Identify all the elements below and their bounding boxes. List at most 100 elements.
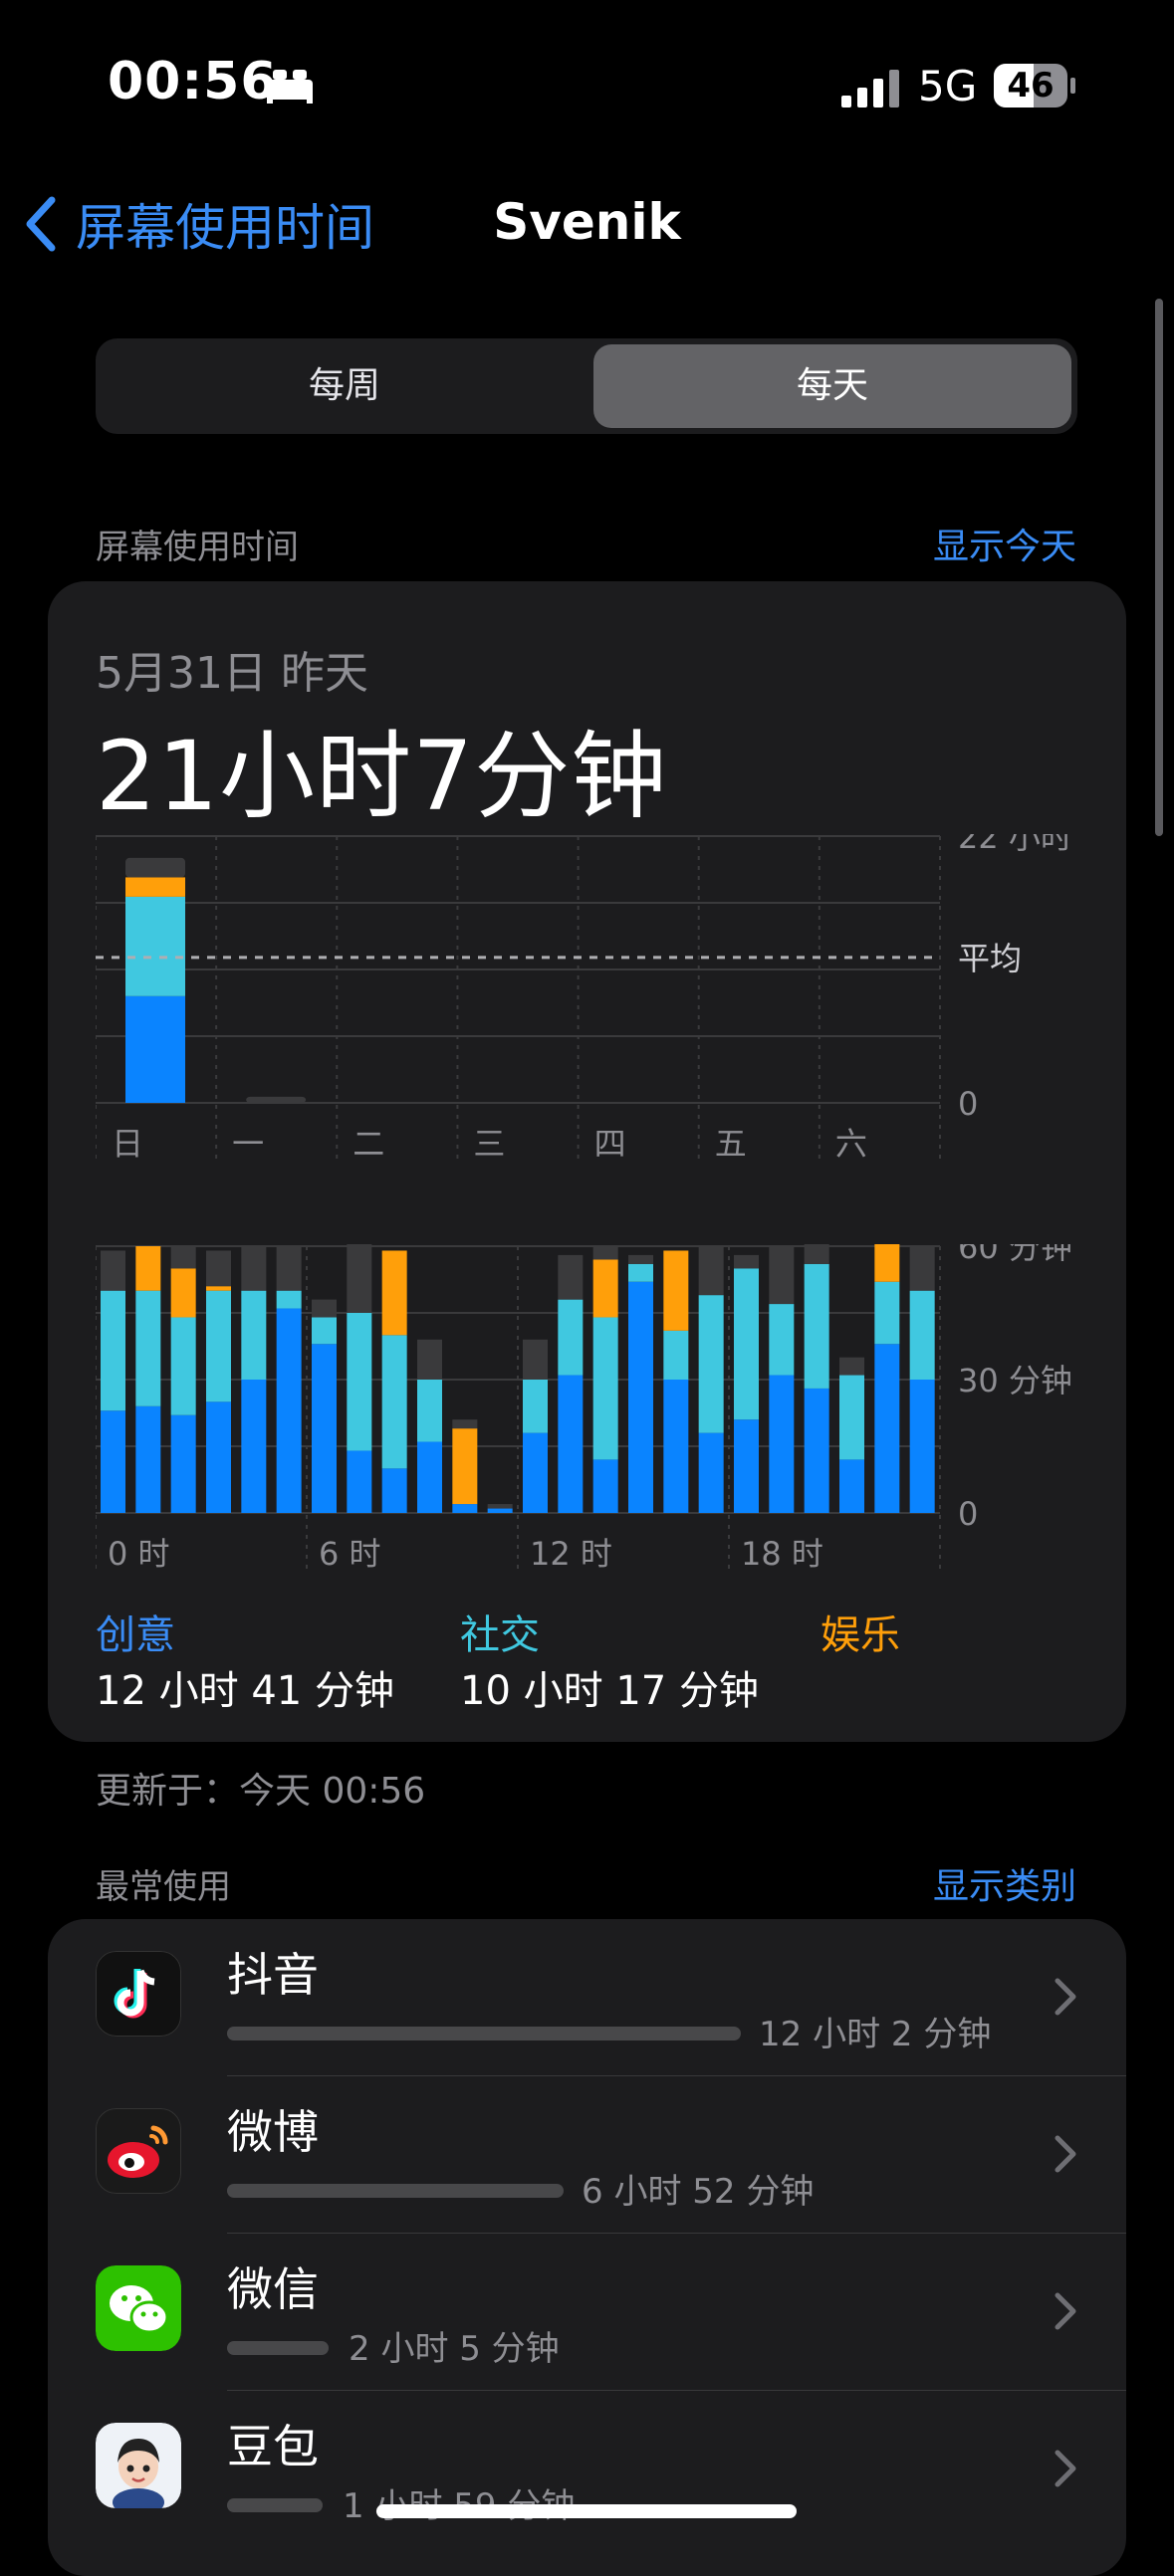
chart-bar-segment xyxy=(381,1468,407,1513)
chart-bar-segment xyxy=(698,1295,724,1433)
category-social-label: 社交 xyxy=(460,1612,540,1658)
chart-bar-segment xyxy=(241,1290,267,1380)
chart-bar-segment xyxy=(170,1246,196,1269)
chart-bar-segment xyxy=(125,857,185,878)
app-usage-time: 6 小时 52 分钟 xyxy=(582,2172,815,2212)
x-tick-label: 五 xyxy=(715,1125,747,1163)
screen-time-section-label: 屏幕使用时间 xyxy=(96,528,299,567)
chart-bar-segment xyxy=(628,1281,653,1513)
chart-bar-segment xyxy=(347,1450,372,1513)
x-tick-label: 六 xyxy=(835,1125,867,1163)
chart-bar-segment xyxy=(839,1357,864,1376)
x-tick-label: 一 xyxy=(232,1125,264,1163)
show-categories-link[interactable]: 显示类别 xyxy=(933,1857,1076,1909)
wechat-app-icon xyxy=(96,2265,181,2351)
chart-bar-segment xyxy=(628,1263,653,1282)
chart-bar-segment xyxy=(206,1250,231,1287)
chart-bar-segment xyxy=(839,1459,864,1513)
app-row-wechat[interactable]: 微信 2 小时 5 分钟 xyxy=(48,2234,1126,2391)
scroll-indicator[interactable] xyxy=(1155,299,1163,836)
chart-bar-segment xyxy=(523,1380,548,1433)
chart-bar-segment xyxy=(452,1419,478,1429)
chart-bar-segment xyxy=(135,1290,161,1406)
app-usage-bar xyxy=(227,2184,564,2198)
chart-bar-segment xyxy=(909,1246,935,1291)
chart-bar-segment xyxy=(101,1290,125,1411)
summary-date: 5月31日 昨天 xyxy=(96,648,368,699)
chart-bar-segment xyxy=(206,1286,231,1291)
chart-bar-segment xyxy=(769,1304,795,1376)
app-row-doubao[interactable]: 豆包 1 小时 59 分钟 xyxy=(48,2391,1126,2548)
app-name: 抖音 xyxy=(227,1948,319,2002)
chart-bar-segment xyxy=(206,1401,231,1513)
douyin-app-icon xyxy=(96,1951,181,2037)
chart-bar-segment xyxy=(804,1263,829,1389)
chart-bar-segment xyxy=(381,1335,407,1469)
x-tick-label: 0 时 xyxy=(108,1535,170,1573)
chart-bar-segment xyxy=(170,1414,196,1513)
sleep-focus-icon xyxy=(267,70,313,104)
chart-bar-segment xyxy=(592,1246,618,1260)
chart-bar-segment xyxy=(592,1259,618,1318)
battery-level: 46 xyxy=(1007,66,1055,106)
chart-bar-segment xyxy=(417,1339,442,1380)
show-today-link[interactable]: 显示今天 xyxy=(933,518,1076,569)
x-tick-label: 日 xyxy=(112,1125,143,1163)
chart-bar-segment xyxy=(874,1344,900,1513)
chart-bar-segment xyxy=(804,1388,829,1513)
x-tick-label: 18 时 xyxy=(741,1535,823,1573)
weekly-usage-chart[interactable]: 日 一 二 三 四 五 六 22 小时平均 0 xyxy=(96,834,1091,1173)
app-usage-time: 12 小时 2 分钟 xyxy=(759,2015,992,2054)
chart-bar-segment xyxy=(734,1254,759,1269)
app-usage-bar xyxy=(227,2027,741,2040)
segment-day[interactable]: 每天 xyxy=(593,344,1071,428)
chart-bar-segment xyxy=(246,1096,307,1103)
doubao-app-icon xyxy=(96,2423,181,2508)
chart-bar-segment xyxy=(874,1281,900,1345)
app-usage-time: 2 小时 5 分钟 xyxy=(349,2329,560,2369)
chart-bar-segment xyxy=(523,1339,548,1380)
chart-bar-segment xyxy=(874,1244,900,1282)
page-title: Svenik xyxy=(0,193,1174,251)
chart-bar-segment xyxy=(452,1428,478,1505)
chart-bar-segment xyxy=(135,1246,161,1291)
app-row-weibo[interactable]: 微博 6 小时 52 分钟 xyxy=(48,2076,1126,2234)
chart-bar-segment xyxy=(839,1375,864,1460)
most-used-apps-list: 抖音 12 小时 2 分钟 微博 6 小时 52 分钟 微信 2 小时 5 分钟… xyxy=(48,1919,1126,2576)
category-entertainment-label: 娱乐 xyxy=(821,1612,900,1658)
app-usage-time: 1 小时 59 分钟 xyxy=(343,2486,575,2526)
chart-bar-segment xyxy=(347,1244,372,1313)
period-segmented-control: 每周 每天 xyxy=(96,338,1077,434)
chart-bar-segment xyxy=(206,1290,231,1402)
y-tick-label: 22 小时 xyxy=(958,834,1072,856)
app-usage-bar xyxy=(227,2498,323,2512)
segment-week[interactable]: 每周 xyxy=(102,344,587,428)
chart-bar-segment xyxy=(101,1250,125,1291)
weibo-app-icon xyxy=(96,2108,181,2194)
chart-bar-segment xyxy=(312,1299,337,1318)
chart-bar-segment xyxy=(276,1246,302,1291)
chart-bar-segment xyxy=(592,1317,618,1460)
page-title-text: Svenik xyxy=(493,193,681,251)
x-tick-label: 三 xyxy=(473,1125,505,1163)
chart-bar-segment xyxy=(558,1375,584,1513)
network-type: 5G xyxy=(918,62,978,110)
category-creative-label: 创意 xyxy=(96,1612,175,1658)
updated-timestamp: 更新于：今天 00:56 xyxy=(96,1771,426,1812)
x-tick-label: 二 xyxy=(352,1125,384,1163)
category-creative-time: 12 小时 41 分钟 xyxy=(96,1668,394,1714)
hourly-usage-chart[interactable]: 0 时 6 时 12 时 18 时 60 分钟 30 分钟 0 xyxy=(96,1244,1091,1583)
most-used-section-label: 最常使用 xyxy=(96,1867,231,1907)
chart-bar-segment xyxy=(734,1419,759,1513)
chart-bar-segment xyxy=(698,1246,724,1296)
app-row-douyin[interactable]: 抖音 12 小时 2 分钟 xyxy=(48,1919,1126,2076)
chart-bar-segment xyxy=(909,1290,935,1380)
chart-bar-segment xyxy=(769,1246,795,1305)
chart-bar-segment xyxy=(487,1508,513,1513)
home-indicator[interactable] xyxy=(376,2504,797,2518)
chart-bar-segment xyxy=(241,1380,267,1513)
y-tick-label: 60 分钟 xyxy=(958,1244,1072,1266)
chart-bar-segment xyxy=(135,1405,161,1513)
chart-bar-segment xyxy=(452,1504,478,1513)
chart-bar-segment xyxy=(592,1459,618,1513)
